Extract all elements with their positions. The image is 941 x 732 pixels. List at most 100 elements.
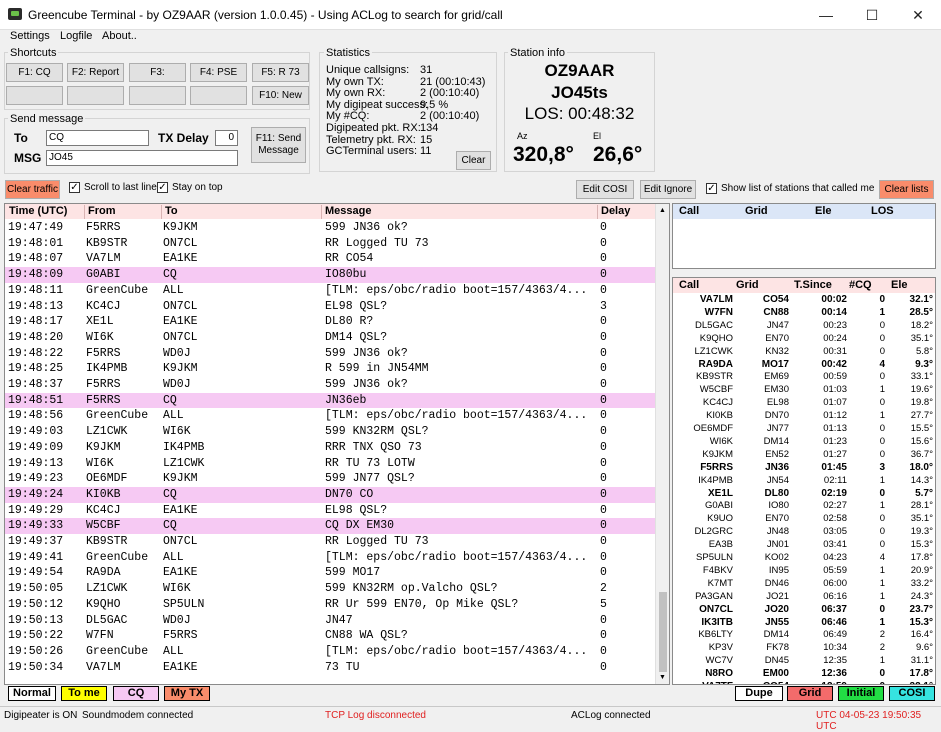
traffic-row[interactable]: 19:48:11 GreenCube ALL [TLM: eps/obc/radio …	[5, 283, 655, 299]
called-row[interactable]: KC4CJ EL98 01:07 0 19.8°	[673, 397, 935, 410]
called-row[interactable]: N8RO EM00 12:36 0 17.8°	[673, 668, 935, 681]
called-col-call[interactable]: Call	[679, 279, 699, 291]
called-row[interactable]: DL5GAC JN47 00:23 0 18.2°	[673, 320, 935, 333]
called-col-cq[interactable]: #CQ	[849, 279, 872, 291]
traffic-row[interactable]: 19:49:41 GreenCube ALL [TLM: eps/obc/radio …	[5, 550, 655, 566]
col-from[interactable]: From	[84, 205, 116, 219]
traffic-row[interactable]: 19:49:33 W5CBF CQ CQ DX EM30 0	[5, 518, 655, 534]
called-row[interactable]: VA7LM CO54 00:02 0 32.1°	[673, 294, 935, 307]
called-row[interactable]: DL2GRC JN48 03:05 0 19.3°	[673, 526, 935, 539]
called-row[interactable]: KI0KB DN70 01:12 1 27.7°	[673, 410, 935, 423]
shortcut-empty-button[interactable]	[6, 86, 63, 105]
col-time[interactable]: Time (UTC)	[6, 205, 67, 219]
called-row[interactable]: WI6K DM14 01:23 0 15.6°	[673, 436, 935, 449]
called-col-ele[interactable]: Ele	[891, 279, 908, 291]
traffic-row[interactable]: 19:48:51 F5RRS CQ JN36eb 0	[5, 392, 655, 409]
shortcut-empty-button[interactable]	[67, 86, 124, 105]
cosi-table[interactable]: Call Grid Ele LOS	[672, 203, 936, 269]
minimize-button[interactable]: —	[803, 0, 849, 30]
col-delay[interactable]: Delay	[597, 205, 630, 219]
traffic-row[interactable]: 19:50:26 GreenCube ALL [TLM: eps/obc/radio …	[5, 644, 655, 660]
cosi-col-los[interactable]: LOS	[871, 205, 894, 217]
called-row[interactable]: SP5ULN KO02 04:23 4 17.8°	[673, 552, 935, 565]
traffic-row[interactable]: 19:48:09 G0ABI CQ IO80bu 0	[5, 267, 655, 283]
maximize-button[interactable]: ☐	[849, 0, 895, 30]
col-to[interactable]: To	[161, 205, 178, 219]
called-col-grid[interactable]: Grid	[736, 279, 759, 291]
traffic-row[interactable]: 19:48:56 GreenCube ALL [TLM: eps/obc/radio …	[5, 408, 655, 424]
menu-settings[interactable]: Settings	[10, 30, 50, 42]
traffic-row[interactable]: 19:50:05 LZ1CWK WI6K 599 KN32RM op.Valcho Q…	[5, 581, 655, 597]
cosi-col-grid[interactable]: Grid	[745, 205, 768, 217]
called-row[interactable]: KB6LTY DM14 06:49 2 16.4°	[673, 629, 935, 642]
traffic-row[interactable]: 19:49:29 KC4CJ EA1KE EL98 QSL? 0	[5, 503, 655, 519]
called-col-since[interactable]: T.Since	[794, 279, 832, 291]
traffic-row[interactable]: 19:48:25 IK4PMB K9JKM R 599 in JN54MM 0	[5, 361, 655, 377]
called-row[interactable]: F4BKV IN95 05:59 1 20.9°	[673, 565, 935, 578]
traffic-row[interactable]: 19:49:37 KB9STR ON7CL RR Logged TU 73 0	[5, 534, 655, 550]
called-row[interactable]: W7FN CN88 00:14 1 28.5°	[673, 307, 935, 320]
called-row[interactable]: K9QHO EN70 00:24 0 35.1°	[673, 333, 935, 346]
shortcut-f1-button[interactable]: F1: CQ	[6, 63, 63, 82]
called-row[interactable]: VA7TF CO54 12:59 0 32.1°	[673, 681, 935, 684]
traffic-row[interactable]: 19:48:13 KC4CJ ON7CL EL98 QSL? 3	[5, 299, 655, 315]
called-row[interactable]: F5RRS JN36 01:45 3 18.0°	[673, 462, 935, 475]
called-row[interactable]: LZ1CWK KN32 00:31 0 5.8°	[673, 346, 935, 359]
called-row[interactable]: K9UO EN70 02:58 0 35.1°	[673, 513, 935, 526]
traffic-row[interactable]: 19:48:20 WI6K ON7CL DM14 QSL? 0	[5, 330, 655, 346]
clear-lists-button[interactable]: Clear lists	[879, 180, 934, 199]
cosi-col-call[interactable]: Call	[679, 205, 699, 217]
clear-stats-button[interactable]: Clear	[456, 151, 491, 170]
shortcut-empty-button[interactable]	[129, 86, 186, 105]
to-input[interactable]: CQ	[46, 130, 149, 146]
traffic-table[interactable]: Time (UTC) From To Message Delay 19:47:4…	[4, 203, 670, 685]
msg-input[interactable]: JO45	[46, 150, 238, 166]
called-row[interactable]: KB9STR EM69 00:59 0 33.1°	[673, 371, 935, 384]
traffic-row[interactable]: 19:49:24 KI0KB CQ DN70 CO 0	[5, 486, 655, 503]
called-me-table[interactable]: Call Grid T.Since #CQ Ele VA7LM CO54 00:02…	[672, 277, 936, 685]
traffic-row[interactable]: 19:49:03 LZ1CWK WI6K 599 KN32RM QSL? 0	[5, 424, 655, 440]
scroll-up-icon[interactable]: ▲	[659, 207, 666, 214]
edit-ignore-button[interactable]: Edit Ignore	[640, 180, 696, 199]
called-row[interactable]: EA3B JN01 03:41 0 15.3°	[673, 539, 935, 552]
menu-about[interactable]: About..	[102, 30, 137, 42]
traffic-scrollbar[interactable]: ▲ ▼	[655, 204, 669, 684]
scroll-down-icon[interactable]: ▼	[659, 674, 666, 681]
scroll-thumb[interactable]	[659, 592, 667, 672]
traffic-row[interactable]: 19:48:01 KB9STR ON7CL RR Logged TU 73 0	[5, 236, 655, 252]
cosi-col-ele[interactable]: Ele	[815, 205, 832, 217]
called-row[interactable]: WC7V DN45 12:35 1 31.1°	[673, 655, 935, 668]
called-row[interactable]: IK3ITB JN55 06:46 1 15.3°	[673, 617, 935, 630]
called-row[interactable]: ON7CL JO20 06:37 0 23.7°	[673, 604, 935, 617]
called-row[interactable]: K9JKM EN52 01:27 0 36.7°	[673, 449, 935, 462]
called-row[interactable]: RA9DA MO17 00:42 4 9.3°	[673, 359, 935, 372]
traffic-row[interactable]: 19:48:22 F5RRS WD0J 599 JN36 ok? 0	[5, 346, 655, 362]
called-row[interactable]: W5CBF EM30 01:03 1 19.6°	[673, 384, 935, 397]
traffic-row[interactable]: 19:49:23 OE6MDF K9JKM 599 JN77 QSL? 0	[5, 471, 655, 487]
shortcut-f4-button[interactable]: F4: PSE	[190, 63, 247, 82]
traffic-row[interactable]: 19:49:13 WI6K LZ1CWK RR TU 73 LOTW 0	[5, 456, 655, 472]
shortcut-f10-button[interactable]: F10: New	[252, 86, 309, 105]
traffic-row[interactable]: 19:48:37 F5RRS WD0J 599 JN36 ok? 0	[5, 377, 655, 393]
called-row[interactable]: KP3V FK78 10:34 2 9.6°	[673, 642, 935, 655]
clear-traffic-button[interactable]: Clear traffic	[5, 180, 60, 199]
shortcut-f3-button[interactable]: F3: 73LoTW	[129, 63, 186, 96]
traffic-row[interactable]: 19:50:22 W7FN F5RRS CN88 WA QSL? 0	[5, 628, 655, 644]
traffic-row[interactable]: 19:50:12 K9QHO SP5ULN RR Ur 599 EN70, Op Mi…	[5, 597, 655, 613]
edit-cosi-button[interactable]: Edit COSI	[576, 180, 634, 199]
show-list-checkbox[interactable]: ✓	[706, 183, 717, 194]
stay-on-top-checkbox[interactable]: ✓	[157, 182, 168, 193]
close-button[interactable]: ✕	[895, 0, 941, 30]
called-row[interactable]: IK4PMB JN54 02:11 1 14.3°	[673, 475, 935, 488]
col-message[interactable]: Message	[321, 205, 371, 219]
called-row[interactable]: G0ABI IO80 02:27 1 28.1°	[673, 500, 935, 513]
traffic-row[interactable]: 19:49:54 RA9DA EA1KE 599 MO17 0	[5, 565, 655, 581]
called-row[interactable]: K7MT DN46 06:00 1 33.2°	[673, 578, 935, 591]
scroll-to-last-checkbox[interactable]: ✓	[69, 182, 80, 193]
traffic-row[interactable]: 19:48:17 XE1L EA1KE DL80 R? 0	[5, 314, 655, 330]
menu-logfile[interactable]: Logfile	[60, 30, 92, 42]
shortcut-f5-button[interactable]: F5: R 73	[252, 63, 309, 82]
tx-delay-input[interactable]: 0	[215, 130, 238, 146]
called-row[interactable]: OE6MDF JN77 01:13 0 15.5°	[673, 423, 935, 436]
traffic-row[interactable]: 19:47:49 F5RRS K9JKM 599 JN36 ok? 0	[5, 220, 655, 236]
